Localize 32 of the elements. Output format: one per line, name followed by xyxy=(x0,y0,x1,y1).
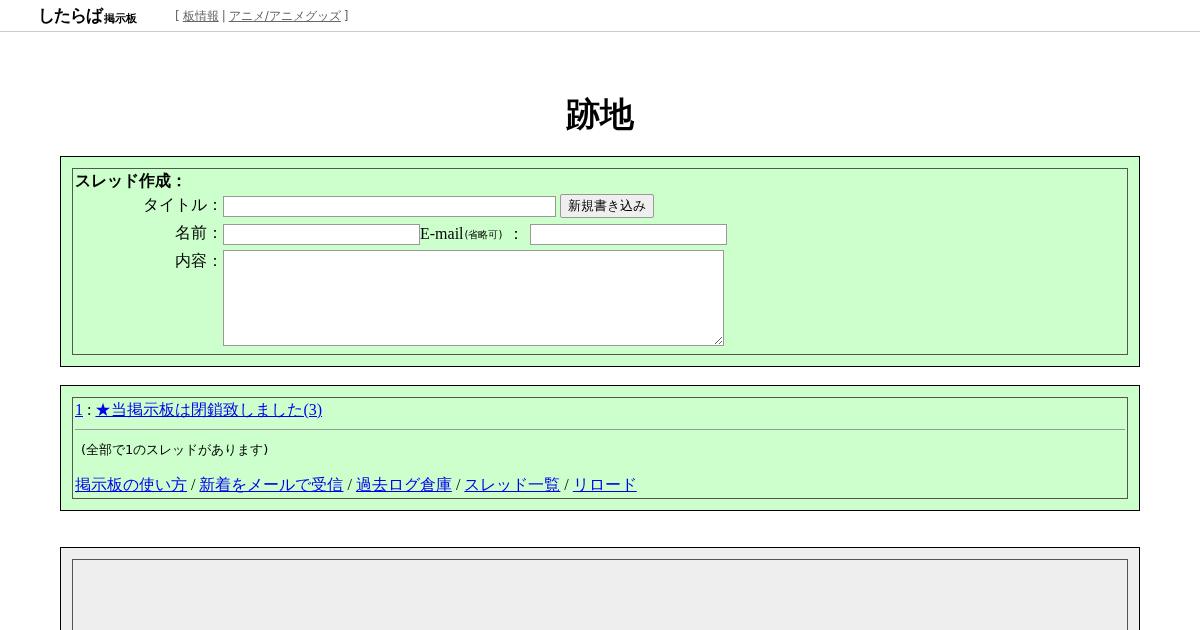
link-separator: / xyxy=(564,474,569,495)
thread-number-link[interactable]: 1 xyxy=(75,399,83,421)
form-heading: スレッド作成： xyxy=(75,171,187,191)
email-label: E-mail xyxy=(420,224,464,244)
header-link[interactable]: 板情報 xyxy=(182,6,219,25)
board-title: 跡地 xyxy=(566,93,634,136)
thread-separator: : xyxy=(87,400,92,420)
link-separator: | xyxy=(221,7,226,25)
link-separator: / xyxy=(455,474,461,495)
header-link[interactable]: アニメ/アニメグッズ xyxy=(228,6,341,25)
email-note: (省略可) xyxy=(464,227,503,242)
footer-link[interactable]: リロード xyxy=(572,473,637,496)
link-separator: / xyxy=(347,474,352,495)
thread-link[interactable]: ★当掲示板は閉鎖致しました(3) xyxy=(95,399,323,421)
bracket: [ xyxy=(175,7,180,25)
email-field[interactable] xyxy=(530,223,728,245)
field-label: タイトル： xyxy=(143,194,223,216)
email-colon: ： xyxy=(508,223,525,245)
link-separator: / xyxy=(191,474,196,495)
field-label: 内容： xyxy=(175,250,223,272)
name-field[interactable] xyxy=(223,223,420,245)
footer-link[interactable]: 過去ログ倉庫 xyxy=(355,473,452,496)
field-label: 名前： xyxy=(175,222,223,244)
footer-link[interactable]: スレッド一覧 xyxy=(464,473,561,496)
content-field[interactable] xyxy=(223,250,724,346)
title-field[interactable] xyxy=(223,195,556,217)
footer-link[interactable]: 掲示板の使い方 xyxy=(75,473,187,496)
site-logo[interactable]: したらば掲示板 xyxy=(38,7,137,24)
thread-count: (全部で1のスレッドがあります) xyxy=(81,441,269,459)
submit-button[interactable]: 新規書き込み xyxy=(560,194,654,218)
bracket: ] xyxy=(343,7,349,25)
footer-link[interactable]: 新着をメールで受信 xyxy=(199,473,344,496)
